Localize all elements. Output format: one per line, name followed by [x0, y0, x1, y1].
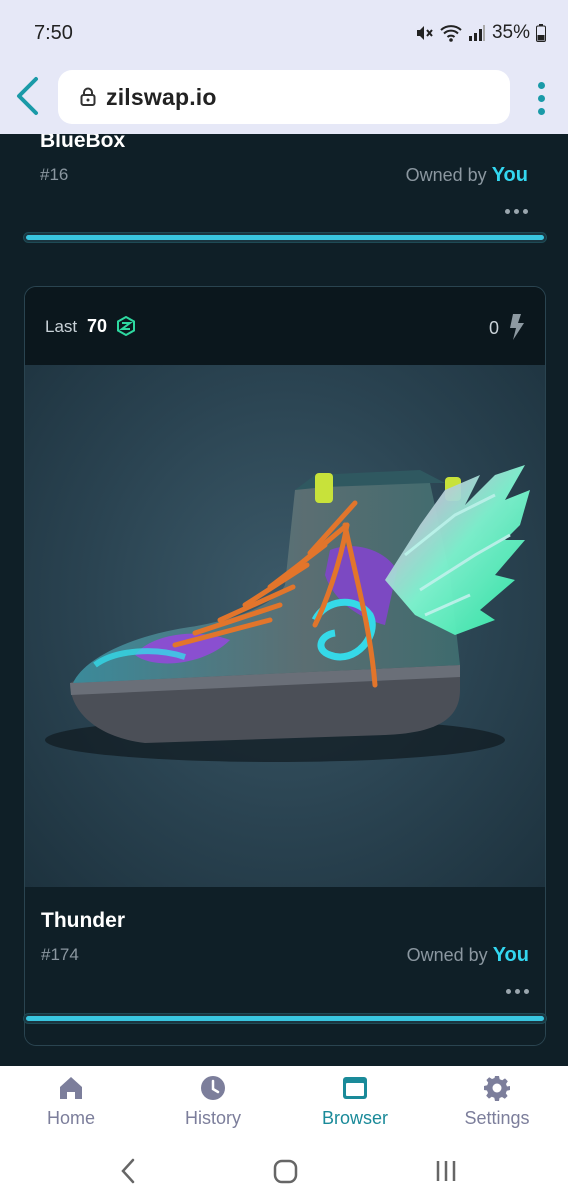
- more-options-button[interactable]: [528, 76, 554, 120]
- nav-browser[interactable]: Browser: [284, 1066, 426, 1146]
- back-button[interactable]: [10, 74, 44, 118]
- nav-home[interactable]: Home: [0, 1066, 142, 1146]
- nav-history[interactable]: History: [142, 1066, 284, 1146]
- nft-id: #16: [40, 165, 69, 184]
- system-back-icon[interactable]: [118, 1156, 138, 1186]
- likes-count: 0: [488, 318, 499, 338]
- battery-icon: [536, 24, 546, 42]
- bottom-navigation: Home History Browser Settings: [0, 1066, 568, 1146]
- battery-percent: 35%: [491, 22, 530, 43]
- zil-token-icon: [117, 316, 135, 336]
- owned-by-label: Owned by: [405, 165, 487, 185]
- wifi-icon: [440, 25, 462, 42]
- browser-icon: [343, 1077, 367, 1099]
- nav-label: History: [184, 1108, 241, 1128]
- dot: [515, 989, 520, 994]
- chevron-left-icon: [17, 77, 38, 115]
- kebab-dot: [537, 107, 545, 115]
- kebab-dot: [537, 81, 545, 89]
- owner-info: Owned by You: [406, 164, 528, 187]
- more-dots-button[interactable]: [505, 209, 528, 214]
- system-navigation: [0, 1146, 568, 1200]
- status-time: 7:50: [34, 22, 73, 44]
- nft-card-previous[interactable]: BlueBox #16 Owned by You: [24, 134, 546, 246]
- progress-bar: [24, 1014, 546, 1023]
- kebab-dot: [537, 94, 545, 102]
- nav-label: Home: [46, 1108, 95, 1128]
- browser-toolbar: zilswap.io: [0, 62, 568, 134]
- lock-icon: [80, 87, 96, 106]
- last-price-value: 70: [87, 316, 108, 336]
- dot: [506, 989, 511, 994]
- nft-name: Thunder: [41, 909, 125, 932]
- nft-id: #174: [41, 945, 79, 964]
- nft-name: BlueBox: [40, 134, 126, 152]
- page-content: BlueBox #16 Owned by You Last 70 0 Thund…: [0, 134, 568, 1066]
- owner-info: Owned by You: [407, 944, 529, 967]
- owned-by-label: Owned by: [406, 945, 488, 965]
- nft-card[interactable]: Last 70 0 Thunder #174 Owned by You: [24, 286, 546, 1046]
- signal-icon: [468, 25, 485, 41]
- dot: [523, 209, 528, 214]
- bolt-icon[interactable]: [509, 313, 525, 341]
- gear-icon: [484, 1076, 510, 1101]
- more-dots-button[interactable]: [506, 989, 529, 994]
- system-home-icon[interactable]: [272, 1156, 300, 1186]
- dot: [514, 209, 519, 214]
- nav-label: Browser: [321, 1108, 388, 1128]
- mute-icon: [416, 26, 433, 40]
- sneaker-illustration: [45, 465, 530, 762]
- progress-bar: [24, 233, 546, 242]
- url-text: zilswap.io: [106, 83, 217, 110]
- nft-image[interactable]: [25, 365, 545, 887]
- status-bar: 7:50 35%: [0, 0, 568, 62]
- nav-label: Settings: [464, 1108, 530, 1128]
- clock-icon: [201, 1076, 225, 1100]
- nav-settings[interactable]: Settings: [426, 1066, 568, 1146]
- status-icons: 35%: [414, 22, 546, 44]
- dot: [524, 989, 529, 994]
- card-header: Last 70 0: [25, 287, 545, 365]
- last-price-label: Last: [45, 317, 78, 336]
- address-bar[interactable]: zilswap.io: [58, 70, 510, 124]
- owner-name: You: [492, 944, 529, 966]
- system-recents-icon[interactable]: [434, 1156, 458, 1186]
- owner-name: You: [491, 164, 528, 186]
- home-icon: [60, 1077, 82, 1099]
- dot: [505, 209, 510, 214]
